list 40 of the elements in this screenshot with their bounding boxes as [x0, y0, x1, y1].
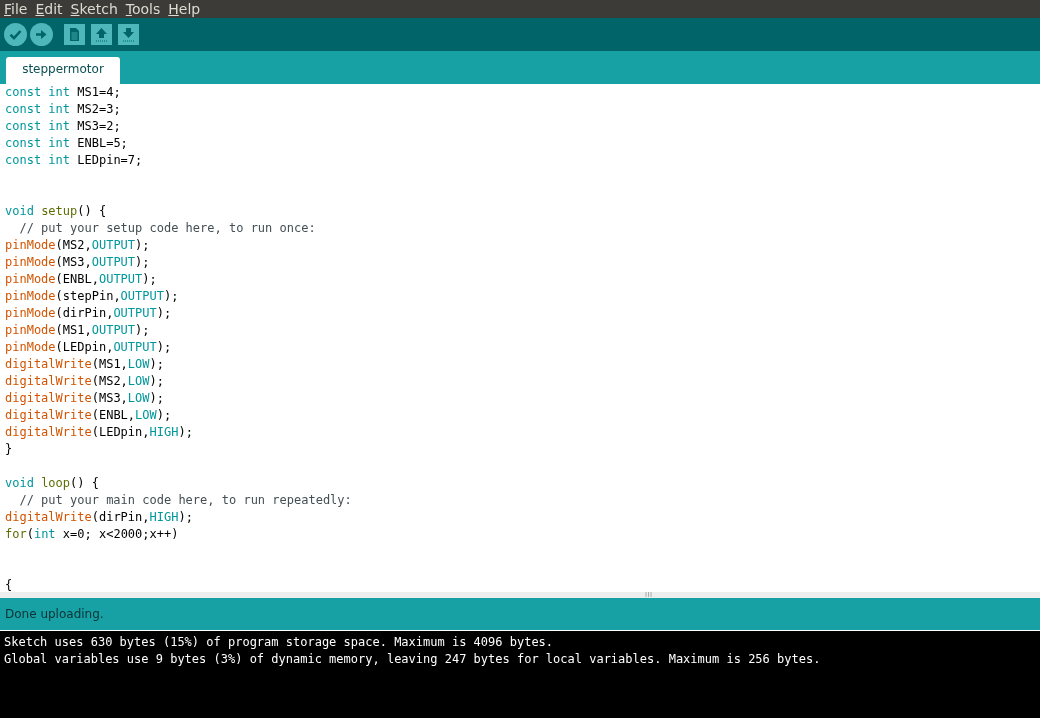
menu-item[interactable]: Help [168, 1, 201, 17]
code-line: // put your main code here, to run repeatedly: [18, 493, 352, 507]
code-line: { [5, 578, 13, 592]
menu-item[interactable]: Tools [125, 1, 161, 17]
code-line: digitalWrite(MS1,LOW); [5, 357, 164, 371]
grip-icon[interactable] [645, 592, 652, 597]
menu-item[interactable]: Edit [35, 1, 63, 17]
code-line: digitalWrite(LEDpin,HIGH); [5, 425, 193, 439]
code-line: const int ENBL=5; [5, 136, 128, 150]
code-line: } [5, 442, 13, 456]
new-button[interactable] [64, 24, 85, 45]
status-message: Done uploading. [5, 607, 104, 621]
code-line: pinMode(MS1,OUTPUT); [5, 323, 150, 337]
console-line: Global variables use 9 bytes (3%) of dynamic memory, leaving 247 bytes for local variables. Maximum is 256 bytes. [4, 652, 821, 666]
code-line: digitalWrite(ENBL,LOW); [5, 408, 172, 422]
open-button[interactable] [91, 24, 112, 45]
editor-tab[interactable]: steppermotor [6, 57, 120, 84]
code-line: void loop() { [5, 476, 99, 490]
save-button[interactable] [118, 24, 139, 45]
code-line: const int MS2=3; [5, 102, 121, 116]
code-line: digitalWrite(dirPin,HIGH); [5, 510, 193, 524]
code-line: pinMode(MS3,OUTPUT); [5, 255, 150, 269]
code-line: digitalWrite(MS3,LOW); [5, 391, 164, 405]
code-line: pinMode(dirPin,OUTPUT); [5, 306, 172, 320]
code-line: const int MS1=4; [5, 85, 121, 99]
console-line: Sketch uses 630 bytes (15%) of program storage space. Maximum is 4096 bytes. [4, 635, 554, 649]
menu-item[interactable]: Sketch [70, 1, 118, 17]
code-line: void setup() { [5, 204, 107, 218]
code-line: const int LEDpin=7; [5, 153, 143, 167]
code-line: pinMode(LEDpin,OUTPUT); [5, 340, 172, 354]
menu-item[interactable]: File [4, 1, 28, 17]
code-line: pinMode(MS2,OUTPUT); [5, 238, 150, 252]
code-line: for(int x=0; x<2000;x++) [5, 527, 179, 541]
code-line: const int MS3=2; [5, 119, 121, 133]
code-line: pinMode(ENBL,OUTPUT); [5, 272, 157, 286]
code-line: // put your setup code here, to run once: [18, 221, 316, 235]
verify-button[interactable] [4, 23, 27, 46]
upload-button[interactable] [30, 23, 53, 46]
code-line: digitalWrite(MS2,LOW); [5, 374, 164, 388]
code-line: pinMode(stepPin,OUTPUT); [5, 289, 179, 303]
